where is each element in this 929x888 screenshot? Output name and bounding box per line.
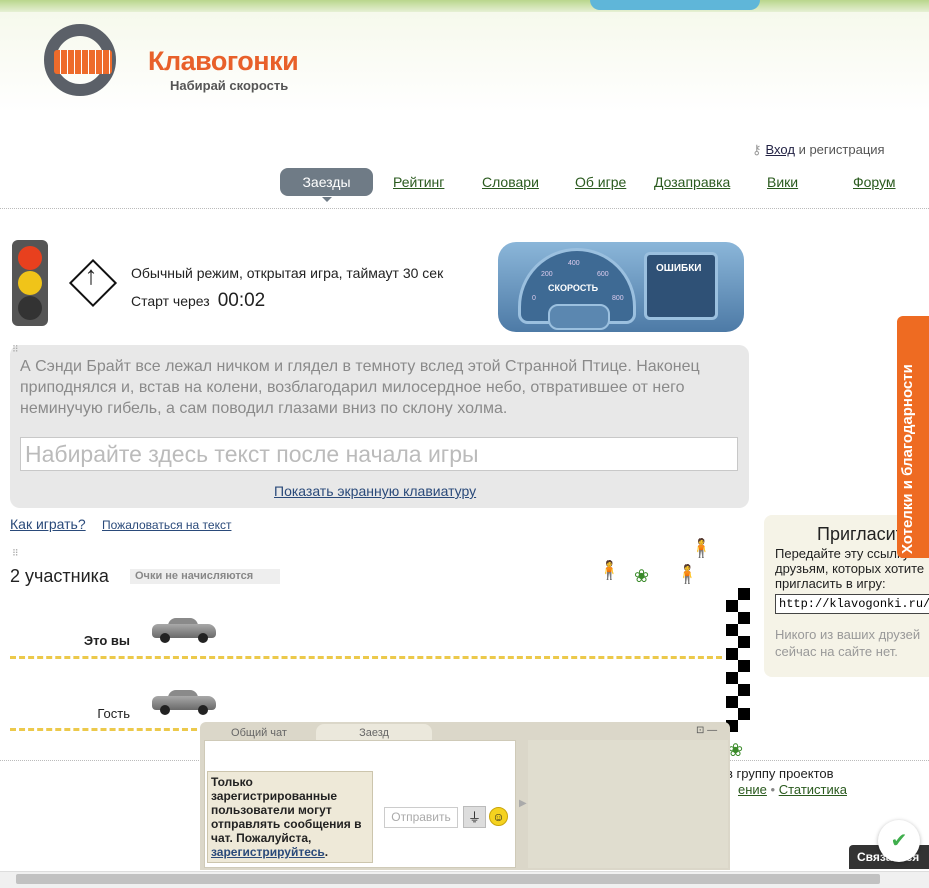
notice-end: . — [324, 845, 329, 859]
bush-icon: ❀ — [728, 740, 744, 760]
spectator-icon: 🧍 — [690, 538, 713, 558]
banner-pond — [590, 0, 760, 10]
top-banner — [0, 0, 929, 12]
timer: 00:02 — [217, 290, 266, 311]
gauge-tick: 0 — [532, 295, 536, 302]
pin-icon[interactable]: ⊡ — [696, 725, 704, 736]
points-note: Очки не начисляются — [130, 569, 280, 584]
header-background — [0, 12, 929, 112]
register-link[interactable]: зарегистрируйтесь — [211, 845, 325, 859]
complain-link[interactable]: Пожаловаться на текст — [102, 518, 231, 532]
game-mode: Обычный режим, открытая игра, таймаут 30… — [131, 265, 444, 281]
speed-readout — [548, 304, 610, 330]
notice-text: Только зарегистрированные пользователи м… — [211, 775, 362, 845]
scrollbar-thumb[interactable] — [16, 874, 880, 884]
register-text: и регистрация — [794, 142, 885, 157]
invite-url-field[interactable] — [775, 594, 929, 614]
chat-register-notice: Только зарегистрированные пользователи м… — [207, 771, 373, 863]
player-label: Это вы — [83, 633, 130, 648]
spectator-icon: 🧍 — [676, 564, 699, 584]
drag-handle-icon[interactable]: ⠿ — [12, 344, 19, 355]
filter-icon[interactable]: ⏚ — [463, 806, 486, 828]
login-area: ⚷ Вход и регистрация — [752, 142, 885, 158]
red-lamp — [18, 246, 42, 270]
expand-arrow-icon[interactable]: ▶ — [519, 798, 527, 809]
errors-label: ОШИБКИ — [656, 263, 702, 274]
nav-item-races[interactable]: Заезды — [280, 168, 373, 202]
nav-item-rating[interactable]: Рейтинг — [393, 174, 444, 190]
login-link[interactable]: Вход — [766, 142, 795, 157]
speed-label: СКОРОСТЬ — [548, 283, 599, 293]
nav-item-refuel[interactable]: Дозаправка — [654, 174, 730, 190]
race-text: А Сэнди Брайт все лежал ничком и глядел … — [20, 358, 700, 417]
smiley-icon[interactable]: ☺ — [489, 807, 508, 826]
nav-item-vocabularies[interactable]: Словари — [482, 174, 539, 190]
participants-count: 2 участника — [10, 566, 109, 586]
logo-subtitle: Набирай скорость — [170, 78, 289, 93]
nav-item-about[interactable]: Об игре — [575, 174, 626, 190]
chat-window-controls: ⊡ — — [696, 725, 717, 736]
wishes-tab[interactable]: Хотелки и благодарности — [897, 316, 929, 558]
no-friends-text: Никого из ваших друзей сейчас на сайте н… — [775, 627, 921, 659]
lane-line — [10, 656, 722, 659]
statistics-link[interactable]: Статистика — [779, 782, 847, 797]
chat-send-button[interactable]: Отправить — [384, 807, 458, 828]
minimize-icon[interactable]: — — [707, 725, 717, 736]
typing-input[interactable] — [20, 437, 738, 471]
start-label: Старт через — [131, 293, 210, 309]
shield-check-icon[interactable]: ✔ — [878, 820, 920, 862]
how-to-play-link[interactable]: Как играть? — [10, 516, 86, 532]
divider — [0, 208, 929, 209]
show-keyboard-link[interactable]: Показать экранную клавиатуру — [274, 483, 476, 499]
footer-link[interactable]: ение — [738, 782, 767, 797]
logo-keyboard-icon — [54, 50, 112, 74]
gauge-tick: 800 — [612, 295, 624, 302]
nav-item-forum[interactable]: Форум — [853, 174, 896, 190]
arrow-up-icon: ↑ — [84, 260, 98, 290]
green-lamp — [18, 296, 42, 320]
spectator-icon: 🧍 — [598, 560, 621, 580]
footer-separator: • — [766, 782, 779, 797]
yellow-lamp — [18, 271, 42, 295]
drag-handle-icon[interactable]: ⠿ — [12, 548, 19, 559]
start-countdown: Старт через 00:02 — [131, 290, 265, 312]
guest-car-icon — [152, 690, 216, 715]
footer-projects-text: в группу проектов — [726, 766, 834, 781]
traffic-light-icon — [12, 240, 48, 326]
player-label: Гость — [97, 706, 130, 721]
bush-icon: ❀ — [634, 566, 650, 586]
gauge-tick: 600 — [597, 271, 609, 278]
chat-user-list — [528, 740, 728, 868]
finish-flag-icon — [726, 588, 750, 732]
footer-links: ение • Статистика — [738, 782, 847, 797]
logo-title[interactable]: Клавогонки — [148, 46, 299, 77]
wishes-label: Хотелки и благодарности — [899, 364, 916, 554]
player-car-icon — [152, 618, 216, 643]
gauge-tick: 200 — [541, 271, 553, 278]
gauge-tick: 400 — [568, 260, 580, 267]
key-icon: ⚷ — [752, 142, 762, 157]
nav-item-wiki[interactable]: Вики — [767, 174, 798, 190]
